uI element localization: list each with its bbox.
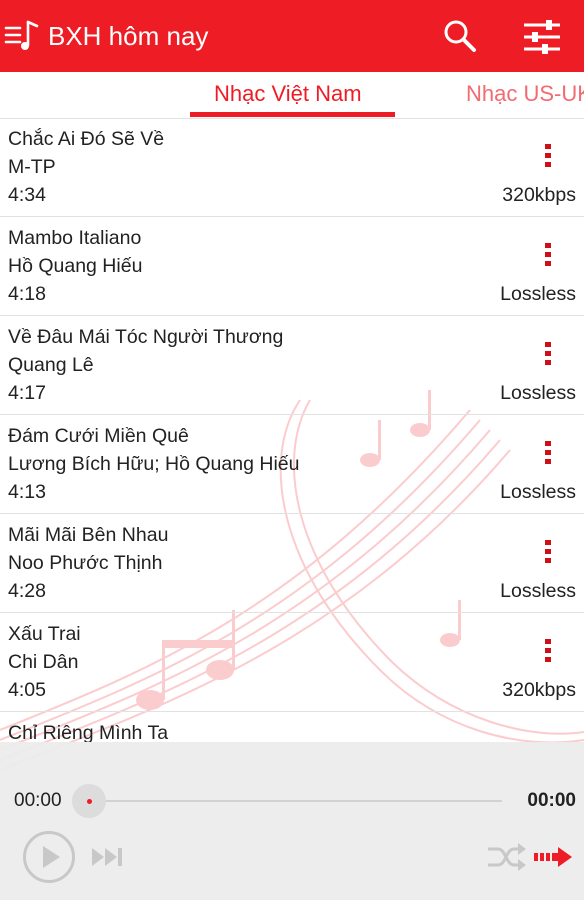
quality-badge: Lossless (500, 481, 576, 503)
playlist-menu-icon[interactable] (4, 18, 40, 54)
song-row[interactable]: Mambo Italiano Hồ Quang Hiếu 4:18 Lossle… (0, 217, 584, 316)
song-row[interactable]: Mãi Mãi Bên Nhau Noo Phước Thịnh 4:28 Lo… (0, 514, 584, 613)
more-options-icon[interactable] (536, 439, 560, 467)
song-title: Chắc Ai Đó Sẽ Về (8, 128, 165, 150)
song-duration: 4:28 (8, 580, 46, 602)
song-title: Đám Cưới Miền Quê (8, 425, 189, 447)
tab-nhac-us-uk[interactable]: Nhạc US-UK (466, 81, 584, 107)
skip-next-icon[interactable] (90, 846, 126, 868)
app-bar: BXH hôm nay (0, 0, 584, 72)
song-artist: Hồ Quang Hiếu (8, 255, 143, 277)
song-artist: Lương Bích Hữu; Hồ Quang Hiếu (8, 453, 300, 475)
song-artist: Quang Lê (8, 354, 94, 376)
active-tab-indicator (190, 112, 395, 117)
repeat-icon[interactable] (534, 846, 574, 868)
song-duration: 4:13 (8, 481, 46, 503)
quality-badge: Lossless (500, 580, 576, 602)
more-options-icon[interactable] (536, 241, 560, 269)
song-duration: 4:18 (8, 283, 46, 305)
song-title: Xấu Trai (8, 623, 81, 645)
tab-bar: Nhạc Việt Nam Nhạc US-UK (0, 72, 584, 119)
current-time: 00:00 (14, 790, 62, 811)
song-title: Về Đâu Mái Tóc Người Thương (8, 326, 284, 348)
song-list: Chắc Ai Đó Sẽ Về M-TP 4:34 320kbps Mambo… (0, 118, 584, 742)
more-options-icon[interactable] (536, 538, 560, 566)
play-icon[interactable] (22, 830, 76, 884)
seek-bar[interactable] (96, 800, 502, 802)
total-time: 00:00 (527, 790, 576, 811)
song-artist: Chi Dân (8, 651, 79, 673)
quality-badge: 320kbps (502, 184, 576, 206)
more-options-icon[interactable] (536, 637, 560, 665)
song-row[interactable]: Chỉ Riêng Mình Ta (0, 712, 584, 742)
seek-thumb[interactable] (72, 784, 106, 818)
page-title: BXH hôm nay (48, 21, 209, 51)
song-artist: M-TP (8, 156, 56, 178)
search-icon[interactable] (442, 18, 478, 54)
song-title: Mãi Mãi Bên Nhau (8, 524, 169, 546)
more-options-icon[interactable] (536, 142, 560, 170)
song-title: Mambo Italiano (8, 227, 142, 249)
song-row[interactable]: Chắc Ai Đó Sẽ Về M-TP 4:34 320kbps (0, 118, 584, 217)
tab-nhac-viet-nam[interactable]: Nhạc Việt Nam (214, 81, 362, 107)
song-duration: 4:05 (8, 679, 46, 701)
song-row[interactable]: Xấu Trai Chi Dân 4:05 320kbps (0, 613, 584, 712)
song-duration: 4:17 (8, 382, 46, 404)
mini-player: 00:00 00:00 (0, 742, 584, 900)
song-artist: Noo Phước Thịnh (8, 552, 163, 574)
quality-badge: 320kbps (502, 679, 576, 701)
song-row[interactable]: Đám Cưới Miền Quê Lương Bích Hữu; Hồ Qua… (0, 415, 584, 514)
quality-badge: Lossless (500, 283, 576, 305)
equalizer-icon[interactable] (522, 18, 562, 56)
quality-badge: Lossless (500, 382, 576, 404)
song-duration: 4:34 (8, 184, 46, 206)
more-options-icon[interactable] (536, 340, 560, 368)
shuffle-icon[interactable] (486, 842, 526, 872)
song-row[interactable]: Về Đâu Mái Tóc Người Thương Quang Lê 4:1… (0, 316, 584, 415)
song-title: Chỉ Riêng Mình Ta (8, 722, 169, 742)
